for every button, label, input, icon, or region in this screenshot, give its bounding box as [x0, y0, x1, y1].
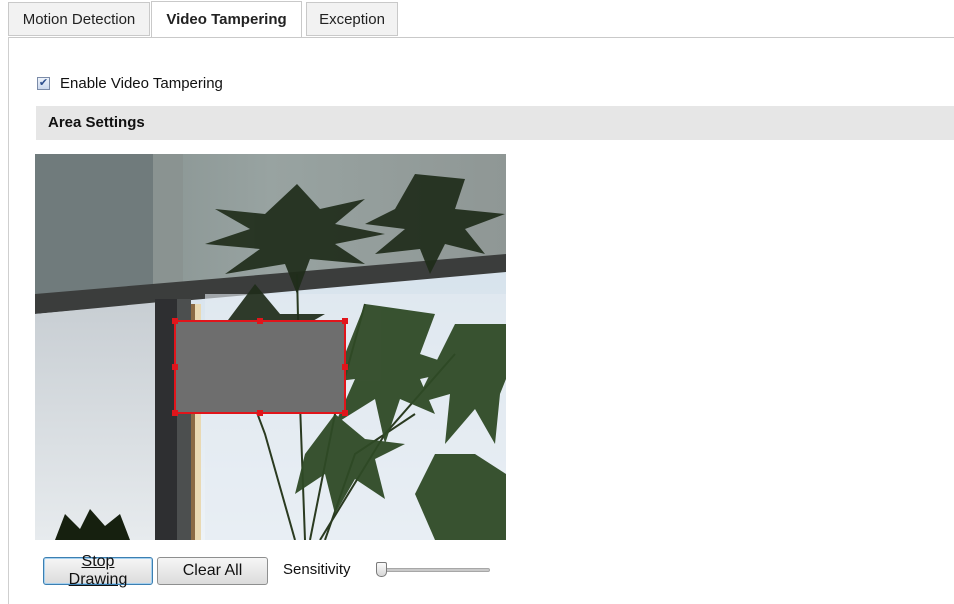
enable-video-tampering-row: ✔ Enable Video Tampering: [37, 73, 223, 93]
enable-video-tampering-label: Enable Video Tampering: [60, 74, 223, 92]
content-border: [8, 37, 9, 604]
stop-drawing-button[interactable]: Stop Drawing: [43, 553, 153, 588]
clear-all-button[interactable]: Clear All: [157, 557, 268, 585]
sensitivity-slider-track[interactable]: [380, 568, 490, 572]
tab-exception[interactable]: Exception: [306, 2, 398, 36]
tab-underline: [8, 37, 954, 38]
video-tampering-page: Motion Detection Video Tampering Excepti…: [0, 0, 954, 604]
sensitivity-slider-thumb[interactable]: [376, 562, 387, 577]
tab-video-tampering[interactable]: Video Tampering: [151, 1, 302, 38]
enable-video-tampering-checkbox[interactable]: ✔: [37, 76, 50, 90]
tab-bar: Motion Detection Video Tampering Excepti…: [0, 0, 954, 38]
area-settings-header: Area Settings: [36, 106, 954, 140]
sensitivity-label: Sensitivity: [283, 561, 351, 578]
tamper-region[interactable]: [174, 320, 346, 414]
video-preview[interactable]: [35, 154, 506, 540]
tab-motion-detection[interactable]: Motion Detection: [8, 2, 150, 36]
camera-image: [35, 154, 506, 540]
